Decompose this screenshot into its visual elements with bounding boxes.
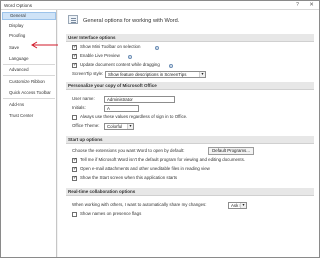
user-name-value: Administrator [107,96,133,102]
user-name-field[interactable]: Administrator [104,95,175,103]
red-arrow-annotation [31,41,61,49]
title-bar: Word Options ? ✕ [1,1,319,10]
screentip-select[interactable]: Show feature descriptions in ScreenTips … [105,70,206,78]
show-names-label: Show names on presence flags [80,211,142,216]
chevron-down-icon: ▼ [127,123,133,129]
sidebar-item-advanced[interactable]: Advanced [2,66,56,74]
sidebar-item-add-ins[interactable]: Add-Ins [2,101,56,109]
initials-value: A [107,105,110,111]
initials-field[interactable]: A [104,104,139,112]
extensions-text: Choose the extensions you want Word to o… [72,148,185,153]
always-use-values-label: Always use these values regardless of si… [80,114,188,119]
sidebar-divider [3,64,55,65]
sidebar-item-quick-access-toolbar[interactable]: Quick Access Toolbar [2,89,56,97]
always-use-values-checkbox[interactable] [72,115,77,120]
screentip-label: ScreenTip style: [72,71,104,76]
sidebar-divider [3,75,55,76]
open-email-attachments-checkbox[interactable] [72,166,77,172]
initials-label: Initials: [72,105,86,110]
info-icon: i [155,45,159,50]
share-changes-select[interactable]: Ask Me ▼ [228,201,247,209]
sidebar-item-general[interactable]: General [2,12,56,20]
user-name-label: User name: [72,96,95,101]
section-startup: Start up options [66,136,314,144]
show-start-screen-label: Show the Start screen when this applicat… [80,175,178,180]
office-theme-value: Colorful [107,123,123,129]
section-ui-options: User Interface options [66,34,314,42]
sidebar-divider [3,98,55,99]
sidebar-item-proofing[interactable]: Proofing [2,32,56,40]
word-options-window: Word Options ? ✕ General Display Proofin… [0,0,320,258]
default-programs-button[interactable]: Default Programs... [208,147,254,155]
screentip-value: Show feature descriptions in ScreenTips [108,71,187,77]
tell-me-default-checkbox[interactable] [72,157,77,163]
live-preview-checkbox[interactable] [72,53,77,59]
info-icon: i [169,63,173,68]
tell-me-default-label: Tell me if Microsoft Word isn't the defa… [80,157,245,162]
sidebar-item-language[interactable]: Language [2,55,56,63]
section-realtime: Real-time collaboration options [66,188,314,196]
share-changes-text: When working with others, I want to auto… [72,202,207,207]
chevron-down-icon: ▼ [199,71,205,77]
show-names-checkbox[interactable] [72,212,77,217]
window-title: Word Options [4,3,32,8]
general-options-panel: General options for working with Word. U… [58,10,319,257]
sidebar-item-display[interactable]: Display [2,22,56,30]
office-theme-select[interactable]: Colorful ▼ [104,122,134,130]
open-email-attachments-label: Open e-mail attachments and other unedit… [80,166,210,171]
update-dragging-label: Update document content while dragging [80,62,160,67]
mini-toolbar-label: Show Mini Toolbar on selection [80,44,141,49]
show-start-screen-checkbox[interactable] [72,175,77,181]
help-button[interactable]: ? [294,2,301,9]
sidebar-item-customize-ribbon[interactable]: Customize Ribbon [2,78,56,86]
info-icon: i [128,54,132,59]
general-options-icon [68,15,78,24]
chevron-down-icon: ▼ [240,202,246,208]
close-button[interactable]: ✕ [307,2,316,9]
sidebar-item-trust-center[interactable]: Trust Center [2,112,56,120]
mini-toolbar-checkbox[interactable] [72,44,77,50]
page-title: General options for working with Word. [83,18,180,24]
section-personalize: Personalize your copy of Microsoft Offic… [66,82,314,90]
live-preview-label: Enable Live Preview [80,53,120,58]
update-dragging-checkbox[interactable] [72,62,77,68]
office-theme-label: Office Theme: [72,123,100,128]
